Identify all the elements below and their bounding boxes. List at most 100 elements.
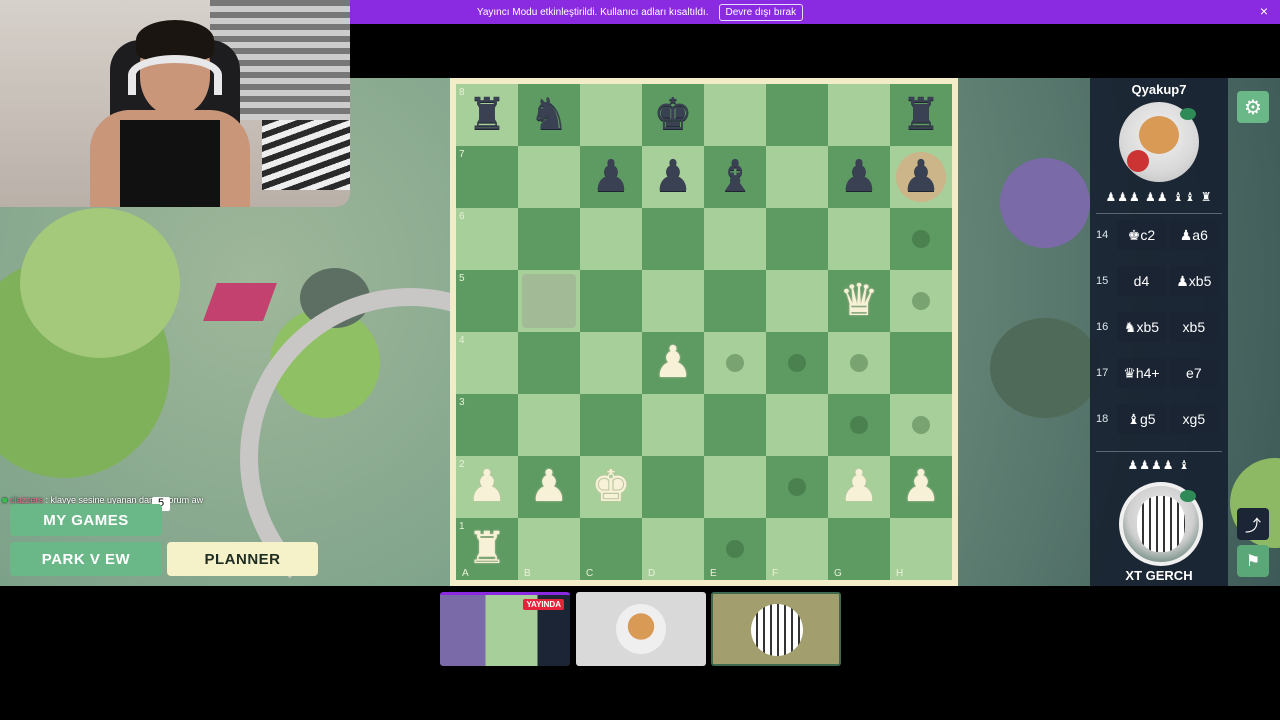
black-piece-d8[interactable]: ♚: [653, 93, 692, 137]
white-move[interactable]: d4: [1117, 266, 1166, 296]
square-a6[interactable]: 6: [456, 208, 518, 270]
square-g8[interactable]: [828, 84, 890, 146]
black-move[interactable]: xg5: [1169, 404, 1218, 434]
my-games-button[interactable]: MY GAMES: [10, 504, 162, 536]
square-g6[interactable]: [828, 208, 890, 270]
white-piece-d4[interactable]: ♟: [653, 341, 692, 385]
square-e4[interactable]: [704, 332, 766, 394]
square-c4[interactable]: [580, 332, 642, 394]
square-h8[interactable]: ♜: [890, 84, 952, 146]
square-c7[interactable]: ♟: [580, 146, 642, 208]
flag-icon[interactable]: ⚑: [1237, 545, 1269, 577]
square-b3[interactable]: [518, 394, 580, 456]
park-view-button[interactable]: PARK V EW: [10, 542, 162, 576]
square-g3[interactable]: [828, 394, 890, 456]
legal-move-dot[interactable]: [726, 540, 744, 558]
share-icon[interactable]: ⤴: [1237, 508, 1269, 540]
square-e2[interactable]: [704, 456, 766, 518]
square-h2[interactable]: ♟: [890, 456, 952, 518]
disable-streamer-mode-button[interactable]: Devre dışı bırak: [718, 3, 804, 21]
legal-move-dot[interactable]: [788, 354, 806, 372]
square-c3[interactable]: [580, 394, 642, 456]
white-piece-a1[interactable]: ♜: [467, 527, 506, 571]
legal-move-dot[interactable]: [850, 354, 868, 372]
square-a8[interactable]: 8 ♜: [456, 84, 518, 146]
square-e8[interactable]: [704, 84, 766, 146]
close-icon[interactable]: ×: [1260, 3, 1268, 19]
white-piece-h2[interactable]: ♟: [901, 465, 940, 509]
black-move[interactable]: xb5: [1169, 312, 1218, 342]
chess-board[interactable]: 8 ♜ ♞ ♚ ♜ 7 ♟ ♟ ♝ ♟ ♟ 6 5 ♛ 4 ♟ 3 2 ♟ ♟ ♚ ♟ ♟ 1 A ♜ B C D E F G H: [456, 84, 952, 580]
square-d2[interactable]: [642, 456, 704, 518]
white-move[interactable]: ♚c2: [1117, 220, 1166, 250]
square-e6[interactable]: [704, 208, 766, 270]
white-move[interactable]: ♞xb5: [1117, 312, 1166, 342]
square-e5[interactable]: [704, 270, 766, 332]
white-piece-g2[interactable]: ♟: [839, 465, 878, 509]
square-f7[interactable]: [766, 146, 828, 208]
thumbnail-stream[interactable]: YAYINDA: [440, 592, 570, 666]
square-e1[interactable]: E: [704, 518, 766, 580]
legal-move-dot[interactable]: [912, 292, 930, 310]
square-a7[interactable]: 7: [456, 146, 518, 208]
square-f6[interactable]: [766, 208, 828, 270]
square-a3[interactable]: 3: [456, 394, 518, 456]
square-c6[interactable]: [580, 208, 642, 270]
black-move[interactable]: ♟xb5: [1169, 266, 1218, 296]
square-f4[interactable]: [766, 332, 828, 394]
square-a4[interactable]: 4: [456, 332, 518, 394]
square-c8[interactable]: [580, 84, 642, 146]
legal-move-dot[interactable]: [850, 416, 868, 434]
square-h5[interactable]: [890, 270, 952, 332]
black-piece-e7[interactable]: ♝: [715, 155, 754, 199]
square-h7[interactable]: ♟: [890, 146, 952, 208]
square-b2[interactable]: ♟: [518, 456, 580, 518]
black-piece-d7[interactable]: ♟: [653, 155, 692, 199]
black-piece-g7[interactable]: ♟: [839, 155, 878, 199]
white-piece-b2[interactable]: ♟: [529, 465, 568, 509]
thumbnail-player[interactable]: [711, 592, 841, 666]
square-c1[interactable]: C: [580, 518, 642, 580]
square-d3[interactable]: [642, 394, 704, 456]
square-a5[interactable]: 5: [456, 270, 518, 332]
square-e3[interactable]: [704, 394, 766, 456]
square-c2[interactable]: ♚: [580, 456, 642, 518]
square-d6[interactable]: [642, 208, 704, 270]
thumbnail-opponent[interactable]: [576, 592, 706, 666]
black-piece-b8[interactable]: ♞: [529, 93, 568, 137]
planner-button[interactable]: PLANNER: [167, 542, 318, 576]
legal-move-dot[interactable]: [912, 230, 930, 248]
white-move[interactable]: ♛h4+: [1117, 358, 1166, 388]
square-g5[interactable]: ♛: [828, 270, 890, 332]
square-d1[interactable]: D: [642, 518, 704, 580]
square-g4[interactable]: [828, 332, 890, 394]
square-g2[interactable]: ♟: [828, 456, 890, 518]
black-move[interactable]: ♟a6: [1169, 220, 1218, 250]
white-piece-g5[interactable]: ♛: [839, 279, 878, 323]
black-move[interactable]: e7: [1169, 358, 1218, 388]
white-piece-c2[interactable]: ♚: [591, 465, 630, 509]
square-e7[interactable]: ♝: [704, 146, 766, 208]
square-h1[interactable]: H: [890, 518, 952, 580]
square-b1[interactable]: B: [518, 518, 580, 580]
square-b8[interactable]: ♞: [518, 84, 580, 146]
black-piece-h8[interactable]: ♜: [901, 93, 940, 137]
square-f2[interactable]: [766, 456, 828, 518]
legal-move-dot[interactable]: [912, 416, 930, 434]
square-f8[interactable]: [766, 84, 828, 146]
square-h3[interactable]: [890, 394, 952, 456]
square-b5[interactable]: [518, 270, 580, 332]
square-h4[interactable]: [890, 332, 952, 394]
square-g1[interactable]: G: [828, 518, 890, 580]
white-piece-a2[interactable]: ♟: [467, 465, 506, 509]
square-f1[interactable]: F: [766, 518, 828, 580]
square-c5[interactable]: [580, 270, 642, 332]
square-b6[interactable]: [518, 208, 580, 270]
square-f3[interactable]: [766, 394, 828, 456]
legal-move-dot[interactable]: [726, 354, 744, 372]
square-h6[interactable]: [890, 208, 952, 270]
black-piece-a8[interactable]: ♜: [467, 93, 506, 137]
square-b4[interactable]: [518, 332, 580, 394]
square-d7[interactable]: ♟: [642, 146, 704, 208]
settings-gear-icon[interactable]: ⚙: [1237, 91, 1269, 123]
